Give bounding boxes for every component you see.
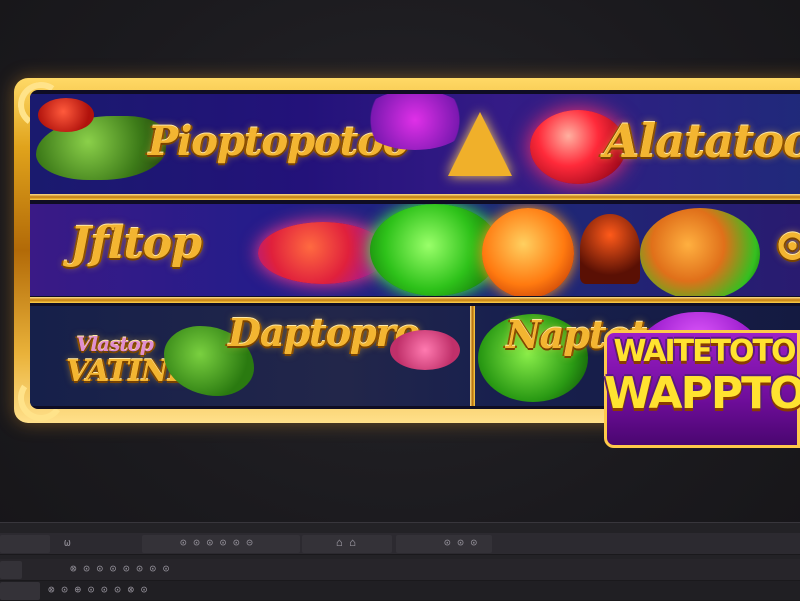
pink-flower-symbol bbox=[390, 330, 460, 370]
control-segment[interactable] bbox=[0, 535, 50, 553]
reel-row-divider bbox=[30, 194, 800, 200]
control-row-1: ω ⊙ ⊙ ⊙ ⊙ ⊙ ⊝ ⌂ ⌂ ⊙ ⊙ ⊙ bbox=[0, 533, 800, 555]
red-orb-symbol bbox=[38, 98, 94, 132]
control-label: ⊙ ⊙ ⊙ bbox=[444, 536, 478, 549]
symbol-word: Jfltop bbox=[70, 218, 202, 269]
control-label: ⊗ ⊙ ⊙ ⊙ ⊙ ⊙ ⊙ ⊙ bbox=[70, 562, 170, 575]
badge-subtitle: WAPPTO bbox=[604, 368, 800, 419]
reel-row-1: Pioptopotoo Alatatoo bbox=[30, 94, 800, 194]
badge-title: WAITETOTO bbox=[613, 334, 796, 369]
control-label: ⌂ ⌂ bbox=[336, 536, 356, 549]
control-label: ⊙ ⊙ ⊙ ⊙ ⊙ ⊝ bbox=[180, 536, 253, 549]
symbol-word: Alatatoo bbox=[604, 114, 800, 168]
green-orb-symbol bbox=[370, 204, 500, 296]
control-segment[interactable] bbox=[0, 561, 22, 579]
control-row-2: ⊗ ⊙ ⊙ ⊙ ⊙ ⊙ ⊙ ⊙ bbox=[0, 559, 800, 581]
control-segment[interactable] bbox=[0, 582, 40, 600]
symbol-word-fragment: ⊙ bbox=[774, 220, 800, 271]
control-label: ω bbox=[64, 536, 71, 549]
reel-column-divider bbox=[470, 306, 475, 406]
dark-cone-symbol bbox=[580, 214, 640, 284]
reel-row-divider bbox=[30, 297, 800, 303]
symbol-word-small: Vlastop bbox=[76, 332, 154, 356]
reel-row-2: Jfltop ⊙ bbox=[30, 204, 800, 296]
control-row-3: ⊗ ⊙ ⊕ ⊙ ⊙ ⊙ ⊗ ⊙ bbox=[0, 581, 800, 601]
orange-orb-symbol bbox=[482, 208, 574, 296]
red-magenta-gem-symbol bbox=[258, 222, 388, 284]
game-stage: Pioptopotoo Alatatoo Jfltop ⊙ Vlasto bbox=[0, 0, 800, 601]
orange-green-orb-symbol bbox=[640, 208, 760, 296]
control-label: ⊗ ⊙ ⊕ ⊙ ⊙ ⊙ ⊗ ⊙ bbox=[48, 583, 148, 596]
control-bar: ω ⊙ ⊙ ⊙ ⊙ ⊙ ⊝ ⌂ ⌂ ⊙ ⊙ ⊙ ⊗ ⊙ ⊙ ⊙ ⊙ ⊙ ⊙ ⊙ … bbox=[0, 522, 800, 601]
bonus-badge[interactable]: WAITETOTO WAPPTO bbox=[604, 312, 800, 452]
